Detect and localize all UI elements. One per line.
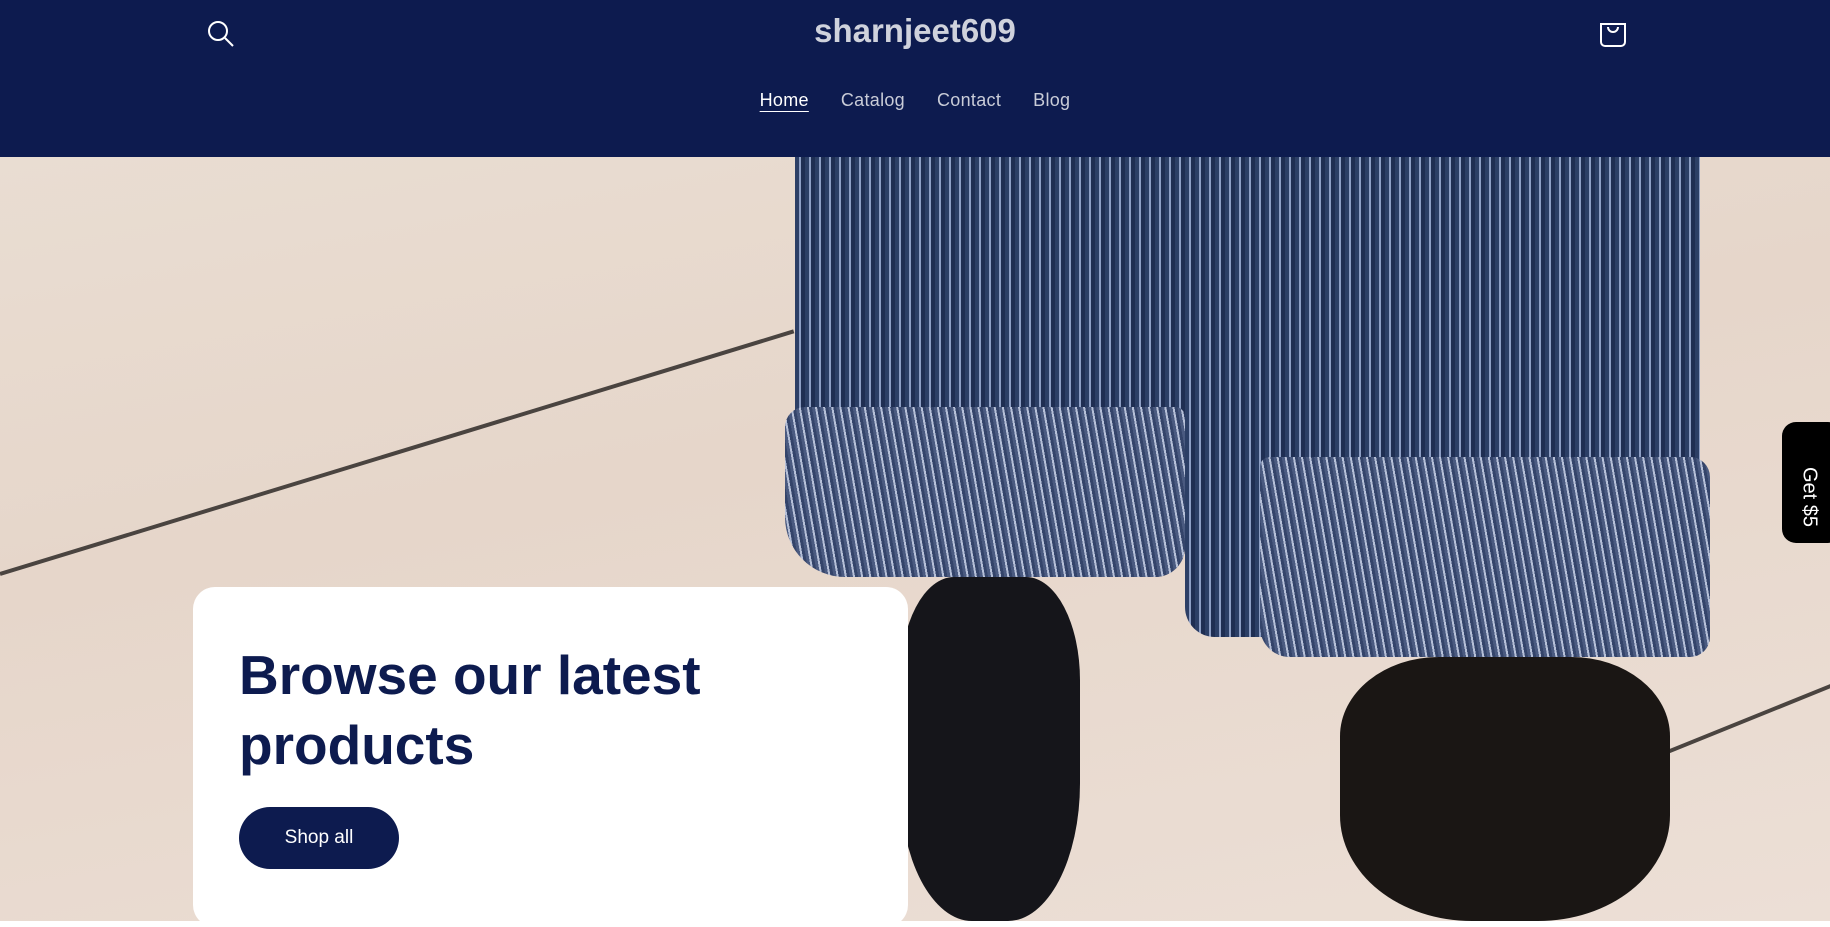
site-header: sharnjeet609 Home Catalog Contact Blog <box>0 0 1830 157</box>
promo-tab[interactable]: Get $5 <box>1782 422 1830 543</box>
nav-contact[interactable]: Contact <box>937 90 1001 111</box>
nav-blog[interactable]: Blog <box>1033 90 1070 111</box>
store-name[interactable]: sharnjeet609 <box>0 12 1830 50</box>
main-nav: Home Catalog Contact Blog <box>0 90 1830 111</box>
cart-icon[interactable] <box>1596 16 1630 50</box>
promo-tab-label: Get $5 <box>1798 467 1821 528</box>
nav-home[interactable]: Home <box>760 90 809 111</box>
hero-heading: Browse our latest products <box>239 644 701 776</box>
hero-card: Browse our latest products Shop all <box>193 587 908 927</box>
shop-all-button[interactable]: Shop all <box>239 807 399 869</box>
nav-catalog[interactable]: Catalog <box>841 90 905 111</box>
